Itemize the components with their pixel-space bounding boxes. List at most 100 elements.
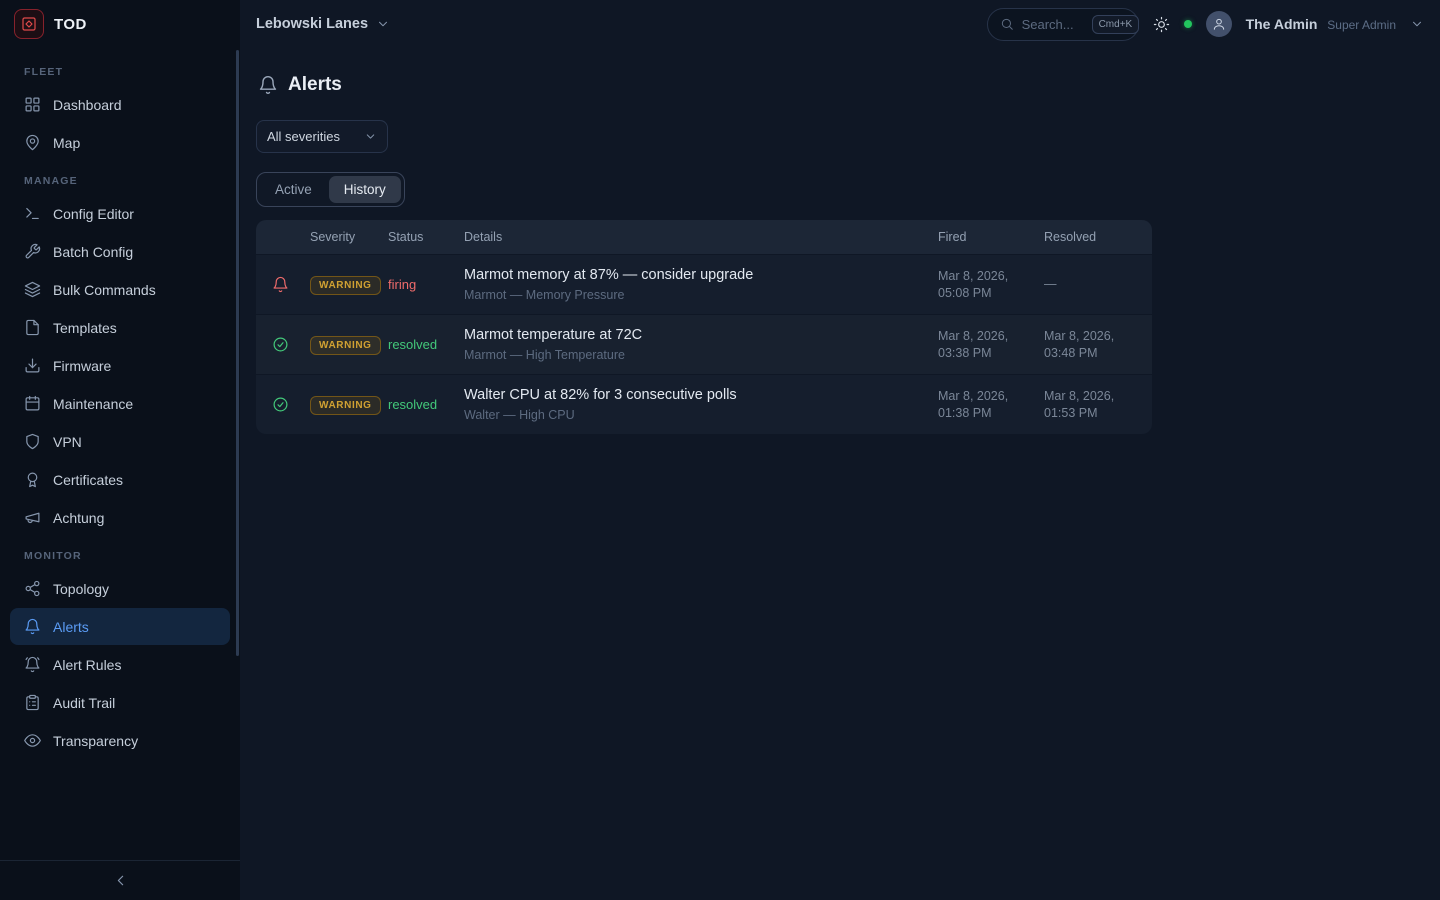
sidebar-item-label: Transparency (53, 733, 138, 749)
details-cell: Marmot memory at 87% — consider upgrade … (458, 267, 932, 302)
chevron-down-icon (376, 17, 390, 31)
sidebar-item-batch-config[interactable]: Batch Config (10, 233, 230, 270)
table-row[interactable]: WARNING resolved Walter CPU at 82% for 3… (256, 374, 1152, 434)
sidebar-item-label: Achtung (53, 510, 104, 526)
sidebar-item-topology[interactable]: Topology (10, 570, 230, 607)
sidebar-item-label: Alerts (53, 619, 89, 635)
fired-cell: Mar 8, 2026, 01:38 PM (932, 388, 1038, 422)
map-pin-icon (24, 134, 41, 151)
sidebar-item-label: VPN (53, 434, 82, 450)
sidebar-item-audit-trail[interactable]: Audit Trail (10, 684, 230, 721)
severity-filter-select[interactable]: All severities (256, 120, 388, 153)
sidebar-section-monitor: MONITOR (24, 550, 216, 562)
col-status: Status (382, 230, 458, 244)
search-input[interactable] (1022, 17, 1084, 32)
topbar-right: Cmd+K The Admin Super Admin (987, 8, 1424, 41)
page-header: Alerts (258, 74, 1424, 96)
sidebar-item-label: Map (53, 135, 80, 151)
eye-icon (24, 732, 41, 749)
table-row[interactable]: WARNING firing Marmot memory at 87% — co… (256, 254, 1152, 314)
megaphone-icon (24, 509, 41, 526)
chevron-left-icon (112, 872, 129, 889)
tab-history[interactable]: History (329, 176, 401, 203)
terminal-icon (24, 205, 41, 222)
alert-title: Walter CPU at 82% for 3 consecutive poll… (464, 387, 926, 403)
sidebar-scrollbar[interactable] (236, 50, 239, 656)
sidebar-item-achtung[interactable]: Achtung (10, 499, 230, 536)
topology-icon (24, 580, 41, 597)
severity-badge: WARNING (310, 396, 381, 415)
user-menu-button[interactable] (1410, 17, 1424, 31)
bell-icon (258, 75, 278, 95)
sidebar-item-map[interactable]: Map (10, 124, 230, 161)
bell-icon (24, 618, 41, 635)
sidebar-item-dashboard[interactable]: Dashboard (10, 86, 230, 123)
dashboard-grid-icon (24, 96, 41, 113)
clipboard-icon (24, 694, 41, 711)
tab-active[interactable]: Active (260, 176, 327, 203)
bell-ring-icon (24, 656, 41, 673)
user-name: The Admin (1246, 16, 1318, 32)
layers-icon (24, 281, 41, 298)
sidebar-section-manage: MANAGE (24, 175, 216, 187)
app-name: TOD (54, 16, 87, 33)
severity-cell: WARNING (304, 395, 382, 415)
sidebar-item-label: Maintenance (53, 396, 133, 412)
content-area: Lebowski Lanes Cmd+K The Admin (240, 0, 1440, 900)
sidebar-collapse-button[interactable] (0, 860, 240, 900)
fired-cell: Mar 8, 2026, 03:38 PM (932, 328, 1038, 362)
sidebar-item-alerts[interactable]: Alerts (10, 608, 230, 645)
severity-cell: WARNING (304, 275, 382, 295)
avatar[interactable] (1206, 11, 1232, 37)
table-row[interactable]: WARNING resolved Marmot temperature at 7… (256, 314, 1152, 374)
sidebar-nav: FLEET Dashboard Map MANAGE Config Editor… (0, 48, 240, 860)
sidebar-item-label: Firmware (53, 358, 111, 374)
sidebar-item-label: Topology (53, 581, 109, 597)
sidebar-item-label: Alert Rules (53, 657, 121, 673)
wrench-icon (24, 243, 41, 260)
main-panel: Alerts All severities Active History Sev… (240, 48, 1440, 434)
shield-icon (24, 433, 41, 450)
col-severity: Severity (304, 230, 382, 244)
details-cell: Marmot temperature at 72C Marmot — High … (458, 327, 932, 362)
severity-badge: WARNING (310, 276, 381, 295)
fired-cell: Mar 8, 2026, 05:08 PM (932, 268, 1038, 302)
resolved-cell: Mar 8, 2026, 03:48 PM (1038, 328, 1152, 362)
sidebar-item-label: Bulk Commands (53, 282, 156, 298)
row-status-icon-cell (256, 396, 304, 413)
search-box[interactable]: Cmd+K (987, 8, 1139, 41)
col-resolved: Resolved (1038, 230, 1152, 244)
chevron-down-icon (364, 130, 377, 143)
sidebar-item-firmware[interactable]: Firmware (10, 347, 230, 384)
theme-toggle-button[interactable] (1153, 16, 1170, 33)
status-cell: resolved (382, 397, 458, 412)
sidebar-item-label: Batch Config (53, 244, 133, 260)
sidebar-item-maintenance[interactable]: Maintenance (10, 385, 230, 422)
sidebar-item-templates[interactable]: Templates (10, 309, 230, 346)
col-details: Details (458, 230, 932, 244)
sidebar-item-alert-rules[interactable]: Alert Rules (10, 646, 230, 683)
sidebar-item-bulk-commands[interactable]: Bulk Commands (10, 271, 230, 308)
org-selector[interactable]: Lebowski Lanes (256, 16, 390, 32)
alert-title: Marmot temperature at 72C (464, 327, 926, 343)
app-logo-icon (14, 9, 44, 39)
status-cell: firing (382, 277, 458, 292)
sidebar-item-label: Dashboard (53, 97, 122, 113)
chevron-down-icon (1410, 17, 1424, 31)
app-root: TOD FLEET Dashboard Map MANAGE Config Ed… (0, 0, 1440, 900)
resolved-cell: Mar 8, 2026, 01:53 PM (1038, 388, 1152, 422)
severity-badge: WARNING (310, 336, 381, 355)
sidebar-item-config-editor[interactable]: Config Editor (10, 195, 230, 232)
row-status-icon-cell (256, 276, 304, 293)
sidebar-item-vpn[interactable]: VPN (10, 423, 230, 460)
check-circle-icon (272, 336, 289, 353)
file-icon (24, 319, 41, 336)
col-fired: Fired (932, 230, 1038, 244)
alert-subtitle: Marmot — High Temperature (464, 348, 926, 362)
search-icon (1000, 17, 1014, 31)
sidebar-item-certificates[interactable]: Certificates (10, 461, 230, 498)
sidebar-item-transparency[interactable]: Transparency (10, 722, 230, 759)
calendar-icon (24, 395, 41, 412)
details-cell: Walter CPU at 82% for 3 consecutive poll… (458, 387, 932, 422)
resolved-cell: — (1038, 276, 1152, 293)
